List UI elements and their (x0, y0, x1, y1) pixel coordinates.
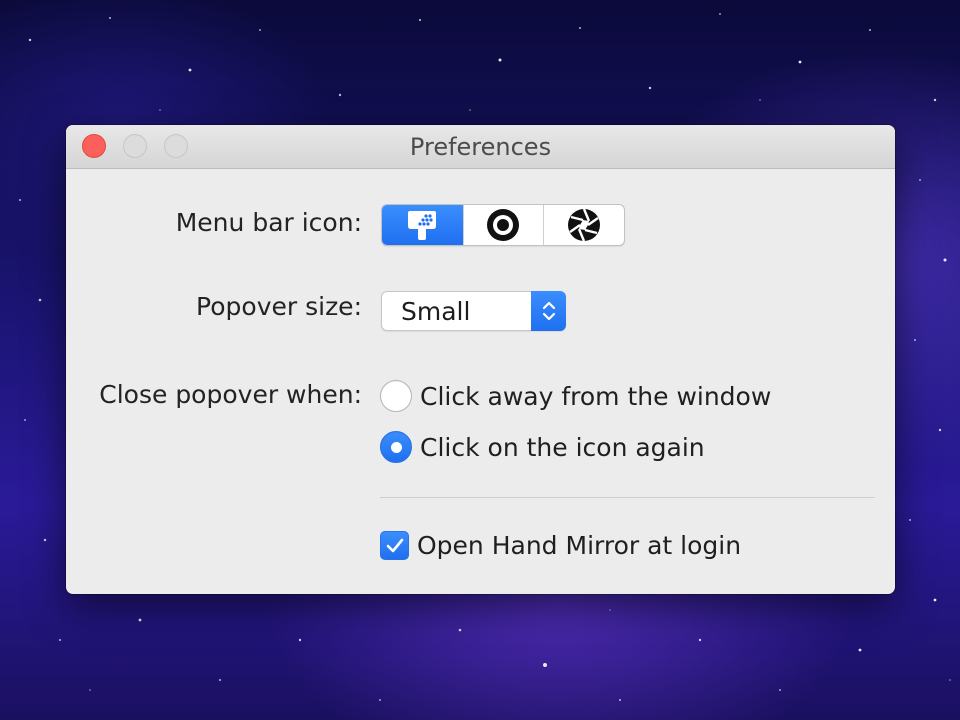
segment-aperture[interactable] (543, 205, 624, 245)
hand-mirror-icon (408, 211, 437, 240)
popup-arrows[interactable] (531, 291, 566, 331)
popover-size-value: Small (401, 297, 471, 326)
radio-label: Click on the icon again (420, 432, 705, 462)
segment-ring[interactable] (462, 205, 544, 245)
menu-bar-icon-label: Menu bar icon: (175, 208, 362, 237)
radio-dot (390, 441, 402, 453)
open-at-login-checkbox-row[interactable]: Open Hand Mirror at login (380, 531, 741, 560)
checkmark-icon (386, 538, 403, 552)
open-at-login-label: Open Hand Mirror at login (417, 531, 742, 560)
menu-bar-icon-segmented-control[interactable] (381, 204, 625, 246)
close-popover-label: Close popover when: (99, 380, 362, 409)
open-at-login-checkbox[interactable] (380, 531, 409, 560)
popover-size-popup[interactable]: Small (381, 291, 566, 331)
preferences-window: Preferences Menu bar icon: Popover size:… (66, 125, 895, 594)
ring-icon (487, 209, 520, 241)
radio-button-selected[interactable] (380, 431, 412, 463)
aperture-icon (568, 208, 601, 242)
divider (380, 497, 875, 498)
window-title: Preferences (409, 133, 552, 161)
radio-label: Click away from the window (420, 381, 772, 411)
up-down-chevrons-icon (542, 301, 555, 321)
radio-click-icon-again[interactable]: Click on the icon again (380, 431, 705, 463)
segment-hand-mirror[interactable] (382, 205, 463, 245)
title-bar[interactable]: Preferences (66, 125, 895, 169)
radio-click-away[interactable]: Click away from the window (380, 380, 771, 412)
popover-size-label: Popover size: (196, 292, 362, 321)
radio-button[interactable] (380, 380, 412, 412)
